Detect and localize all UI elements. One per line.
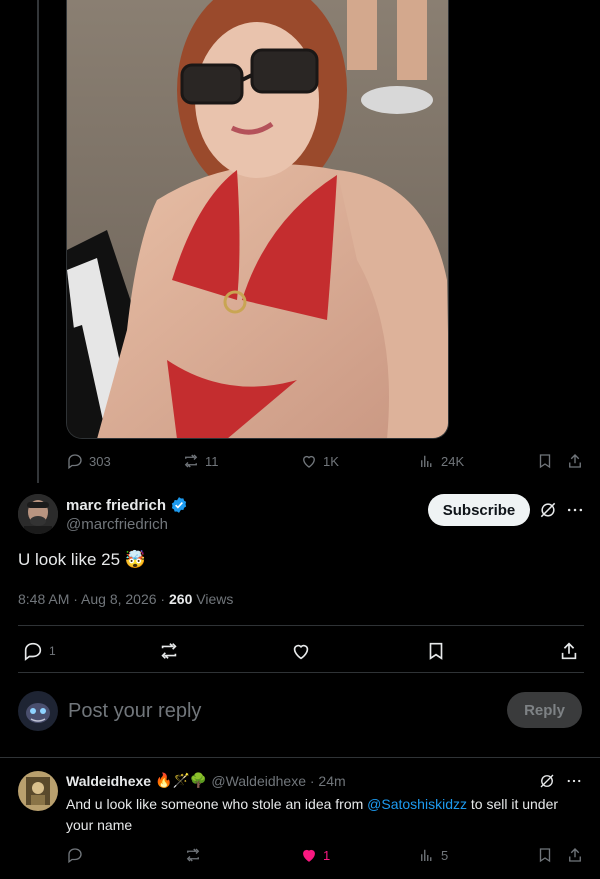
thread-line — [37, 0, 39, 483]
comment-author-emojis: 🔥🪄🌳 — [155, 772, 208, 788]
share-icon — [569, 848, 581, 862]
comment-share-button[interactable] — [566, 846, 584, 864]
like-count[interactable]: 1K — [300, 452, 339, 470]
divider — [0, 757, 600, 758]
analytics-icon — [421, 849, 432, 861]
author-name[interactable]: marc friedrich — [66, 497, 166, 514]
heart-filled-icon — [303, 849, 315, 862]
reply-views-count: 260 — [169, 591, 193, 607]
comment-author-name[interactable]: Waldeidhexe — [66, 773, 151, 789]
avatar-waldeidhexe[interactable] — [18, 771, 58, 811]
verified-badge-icon — [171, 497, 187, 513]
comment-header: Waldeidhexe 🔥🪄🌳 @Waldeidhexe · 24m — [66, 772, 346, 789]
comment-text: And u look like someone who stole an ide… — [66, 794, 566, 836]
grok-icon — [540, 502, 556, 518]
like-count-label: 1K — [323, 453, 339, 469]
share-icon — [561, 642, 577, 660]
divider — [18, 672, 584, 673]
repost-icon — [161, 643, 177, 659]
more-icon — [567, 779, 581, 783]
grok-button[interactable] — [538, 500, 558, 525]
reply-icon — [68, 454, 82, 470]
reply-input[interactable]: Post your reply — [68, 700, 201, 723]
author-handle[interactable]: @marcfriedrich — [66, 516, 168, 533]
reply-button[interactable]: 1 — [22, 640, 56, 662]
reply-icon — [68, 848, 82, 864]
repost-count[interactable]: 11 — [182, 452, 219, 470]
analytics-icon — [421, 455, 432, 467]
avatar-marcfriedrich[interactable] — [18, 494, 58, 534]
share-button[interactable] — [566, 452, 584, 470]
bookmark-icon — [429, 642, 443, 660]
grok-icon — [540, 774, 554, 788]
reply-timestamp[interactable]: 8:48 AM · Aug 8, 2026 · — [18, 591, 169, 607]
comment-bookmark-button[interactable] — [536, 846, 554, 864]
heart-icon — [303, 455, 315, 468]
avatar-image — [18, 771, 58, 811]
avatar-image — [18, 494, 58, 534]
more-icon — [567, 508, 583, 512]
author-name-row[interactable]: marc friedrich — [66, 496, 188, 514]
comment-text-before: And u look like someone who stole an ide… — [66, 796, 368, 812]
more-options-button[interactable] — [565, 772, 583, 795]
comment-mention-link[interactable]: @Satoshiskidzz — [367, 796, 467, 812]
subscribe-button[interactable]: Subscribe — [428, 494, 530, 526]
comment-view-count-label: 5 — [441, 847, 449, 863]
comment-view-count[interactable]: 5 — [418, 846, 448, 864]
comment-repost-button[interactable] — [184, 846, 202, 864]
grok-button[interactable] — [538, 772, 556, 795]
comment-handle-time[interactable]: @Waldeidhexe · 24m — [211, 773, 345, 789]
comment-like-button[interactable]: 1 — [300, 846, 330, 864]
bookmark-icon — [539, 848, 551, 863]
repost-icon — [186, 848, 200, 862]
tweet-photo[interactable] — [66, 0, 449, 439]
view-count-label: 24K — [441, 453, 465, 469]
divider — [18, 625, 584, 626]
reply-meta: 8:48 AM · Aug 8, 2026 · 260 Views — [18, 591, 233, 607]
comment-reply-button[interactable] — [66, 846, 84, 864]
repost-count-label: 11 — [205, 453, 219, 469]
comment-like-count: 1 — [323, 847, 331, 863]
avatar-image — [18, 691, 58, 731]
reply-views-label: Views — [192, 591, 234, 607]
photo-image — [67, 0, 448, 438]
bookmark-button[interactable] — [536, 452, 554, 470]
view-count[interactable]: 24K — [418, 452, 464, 470]
reply-replies-count: 1 — [49, 644, 56, 658]
current-user-avatar[interactable] — [18, 691, 58, 731]
reply-count[interactable]: 303 — [66, 452, 111, 470]
like-button[interactable] — [290, 640, 312, 662]
share-icon — [569, 454, 581, 468]
repost-button[interactable] — [158, 640, 180, 662]
bookmark-button[interactable] — [425, 640, 447, 662]
reply-submit-button[interactable]: Reply — [507, 692, 582, 728]
bookmark-icon — [539, 454, 551, 469]
reply-icon — [24, 642, 42, 661]
more-options-button[interactable] — [565, 500, 585, 525]
heart-icon — [293, 644, 309, 660]
share-button[interactable] — [558, 640, 580, 662]
repost-icon — [184, 454, 198, 468]
reply-count-label: 303 — [89, 453, 111, 469]
reply-text: U look like 25 🤯 — [18, 550, 146, 569]
